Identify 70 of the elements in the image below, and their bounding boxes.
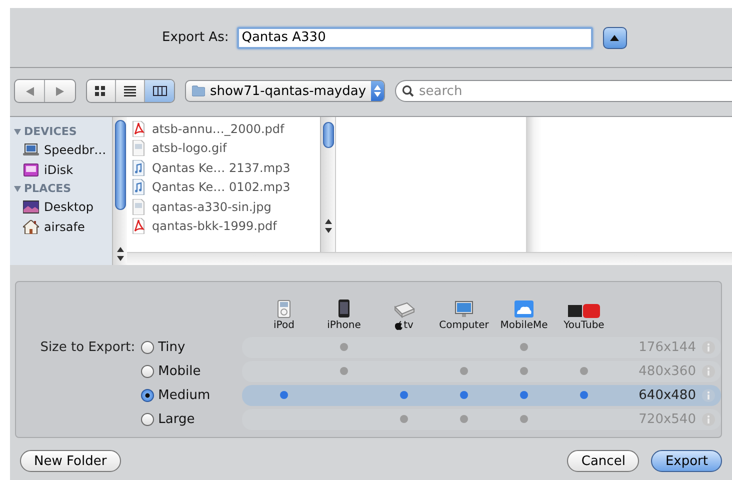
size-radio[interactable]: Large xyxy=(141,412,238,426)
resolution-label: 640x480 xyxy=(638,388,696,402)
stepper-arrows-icon xyxy=(374,85,382,97)
scroll-arrows-icon[interactable] xyxy=(324,218,332,234)
monitor-icon xyxy=(455,301,473,318)
video-logo-icon xyxy=(568,304,600,318)
folder-icon xyxy=(192,84,205,98)
resolution-label: 176x144 xyxy=(638,340,696,354)
grid-icon xyxy=(95,86,107,96)
columns-icon xyxy=(152,86,166,96)
sidebar-item[interactable]: iDisk xyxy=(14,160,112,180)
set-top-box-icon xyxy=(393,302,415,318)
back-arrow-icon xyxy=(26,86,34,96)
apple-icon xyxy=(394,321,403,330)
device-label: iPhone xyxy=(327,320,361,331)
scroll-bar[interactable] xyxy=(112,117,127,265)
cloud-icon xyxy=(514,300,534,318)
laptop-icon xyxy=(23,143,39,157)
resolution-label: 480x360 xyxy=(638,364,696,378)
scroll-thumb[interactable] xyxy=(114,120,126,210)
device-label: iPod xyxy=(274,320,294,331)
filename-field[interactable]: Qantas A330 xyxy=(236,26,593,48)
image-file-icon xyxy=(132,198,145,215)
sidebar-item[interactable]: Speedbr… xyxy=(14,140,112,160)
music-file-icon xyxy=(132,160,145,176)
size-radio[interactable]: Tiny xyxy=(141,340,238,354)
scroll-bar[interactable] xyxy=(320,117,335,252)
navigation-control[interactable] xyxy=(14,79,76,103)
file-item[interactable]: qantas-bkk-1999.pdf xyxy=(132,216,320,236)
file-item[interactable]: qantas-a330-sin.jpg xyxy=(132,197,320,216)
size-radio[interactable]: Medium xyxy=(141,388,238,402)
view-mode-button[interactable] xyxy=(145,80,174,102)
house-icon xyxy=(23,220,39,234)
search-icon xyxy=(402,85,414,97)
horizontal-scroll-bar[interactable] xyxy=(127,252,732,265)
size-radio[interactable]: Mobile xyxy=(141,364,238,378)
device-label: tv xyxy=(394,320,414,331)
sidebar-item[interactable]: Desktop xyxy=(14,197,112,217)
search-field[interactable]: search xyxy=(395,80,732,102)
view-mode-control[interactable] xyxy=(86,79,175,103)
device-label: MobileMe xyxy=(500,320,548,331)
resolution-label: 720x540 xyxy=(638,412,696,426)
disclosure-down-icon xyxy=(14,128,21,135)
file-item[interactable]: Qantas Ke… 0102.mp3 xyxy=(132,178,320,197)
list-icon xyxy=(124,86,136,96)
disclosure-down-icon xyxy=(14,185,21,192)
new-folder-button[interactable]: New Folder xyxy=(20,450,121,472)
size-to-export-label: Size to Export: xyxy=(40,340,136,354)
export-button[interactable]: Export xyxy=(651,450,722,472)
collapse-button[interactable] xyxy=(602,26,627,48)
ipod-icon xyxy=(277,300,291,318)
export-as-label: Export As: xyxy=(162,30,229,45)
image-file-icon xyxy=(132,140,145,156)
sidebar-item[interactable]: airsafe xyxy=(14,217,112,237)
scroll-thumb[interactable] xyxy=(322,122,334,148)
music-file-icon xyxy=(132,179,145,196)
cancel-button[interactable]: Cancel xyxy=(567,450,640,472)
file-item[interactable]: atsb-annu…_2000.pdf xyxy=(132,119,320,138)
device-label: YouTube xyxy=(564,320,604,331)
folder-popup[interactable]: show71-qantas-mayday xyxy=(185,80,385,102)
file-item[interactable]: Qantas Ke… 2137.mp3 xyxy=(132,158,320,178)
forward-arrow-icon xyxy=(56,86,64,96)
triangle-up-icon xyxy=(610,34,620,40)
scroll-arrows-icon[interactable] xyxy=(116,246,124,262)
phone-icon xyxy=(338,299,350,318)
device-label: Computer xyxy=(439,320,489,331)
pdf-icon xyxy=(132,120,145,137)
landscape-icon xyxy=(23,200,39,214)
pdf-icon xyxy=(132,218,145,234)
file-item[interactable]: atsb-logo.gif xyxy=(132,138,320,158)
